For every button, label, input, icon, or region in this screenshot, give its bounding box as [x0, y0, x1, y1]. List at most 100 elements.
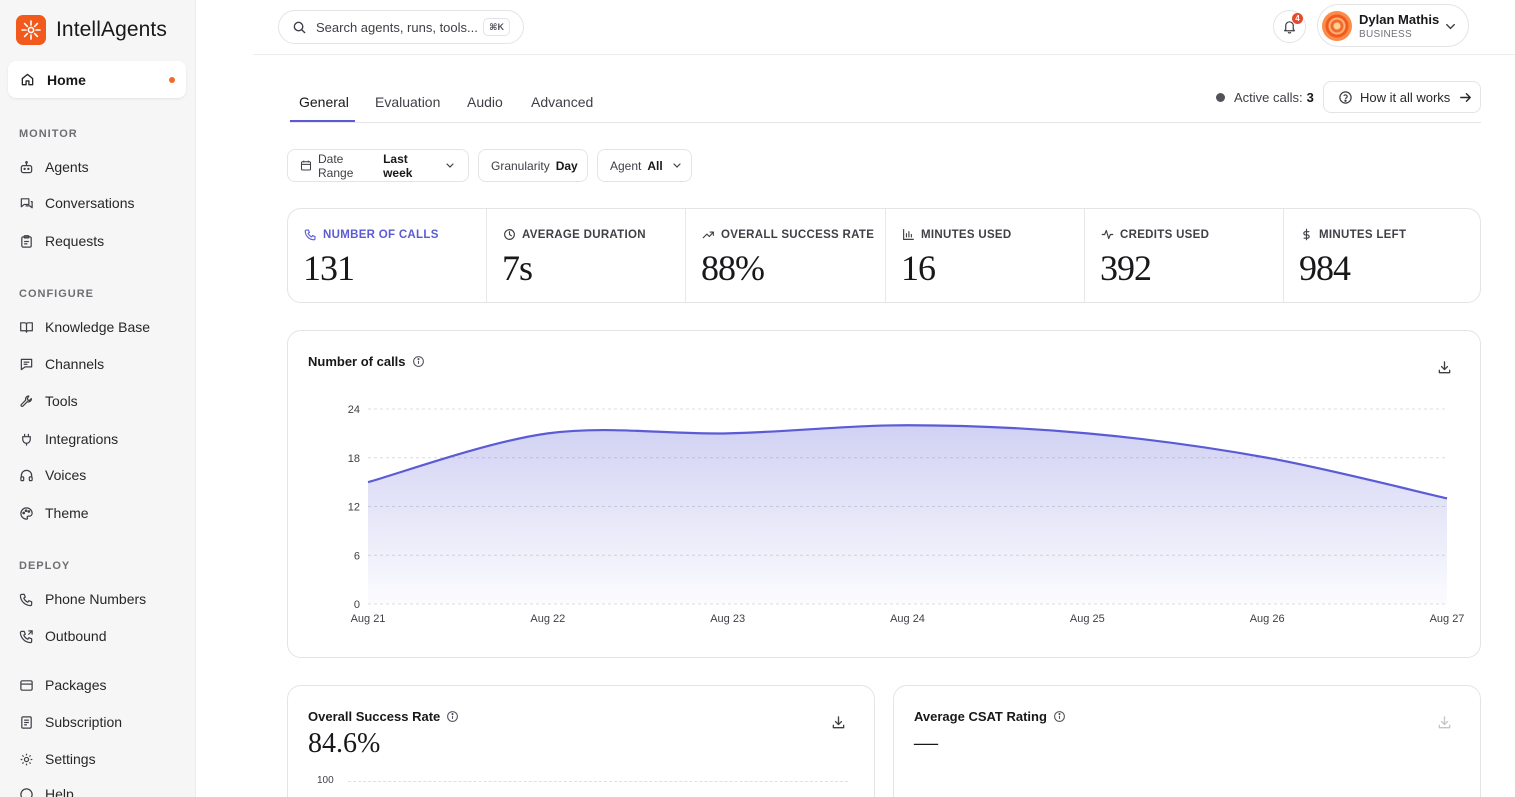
stat-label: MINUTES LEFT	[1319, 228, 1407, 241]
sidebar-item-label: Theme	[45, 505, 89, 521]
sidebar-item-label: Outbound	[45, 628, 107, 644]
sidebar-item-label: Home	[47, 71, 86, 88]
stat-label: NUMBER OF CALLS	[323, 228, 439, 241]
sidebar-item-agents[interactable]: Agents	[19, 157, 89, 177]
grid-line	[348, 781, 848, 782]
info-icon[interactable]	[1053, 710, 1066, 723]
sidebar-item-label: Requests	[45, 233, 105, 249]
headphones-icon	[19, 468, 34, 483]
notifications-button[interactable]: 4	[1273, 10, 1306, 43]
help-icon	[19, 787, 34, 797]
user-plan: BUSINESS	[1359, 29, 1412, 40]
stat-card-minutes-used[interactable]: MINUTES USED 16	[886, 209, 1085, 302]
stat-card-average-duration[interactable]: AVERAGE DURATION 7s	[487, 209, 686, 302]
sidebar-item-theme[interactable]: Theme	[19, 503, 89, 523]
bar-chart-icon	[902, 228, 915, 241]
sidebar-item-subscription[interactable]: Subscription	[19, 712, 122, 732]
sidebar-item-settings[interactable]: Settings	[19, 749, 96, 769]
sidebar-item-home[interactable]: Home	[8, 61, 186, 98]
sidebar-item-phone-numbers[interactable]: Phone Numbers	[19, 589, 146, 609]
data-point	[906, 424, 908, 426]
stat-card-minutes-left[interactable]: MINUTES LEFT 984	[1284, 209, 1480, 302]
filter-label: Date Range	[318, 151, 354, 180]
stat-label: OVERALL SUCCESS RATE	[721, 228, 875, 241]
stats-row: NUMBER OF CALLS 131 AVERAGE DURATION 7s …	[287, 208, 1481, 303]
granularity-filter[interactable]: Granularity Day	[478, 149, 588, 182]
data-point	[1266, 457, 1268, 459]
sidebar-item-knowledge-base[interactable]: Knowledge Base	[19, 317, 150, 337]
wrench-icon	[19, 394, 34, 409]
sidebar-item-requests[interactable]: Requests	[19, 231, 104, 251]
stat-card-overall-success-rate[interactable]: OVERALL SUCCESS RATE 88%	[686, 209, 886, 302]
stat-value: 392	[1100, 248, 1152, 288]
sidebar-item-label: Tools	[45, 393, 78, 409]
chevron-down-icon	[671, 160, 683, 172]
chat-icon	[19, 196, 34, 211]
x-tick-label: Aug 26	[1250, 613, 1285, 625]
x-tick-label: Aug 27	[1430, 613, 1465, 625]
axis-tick-label: 100	[317, 775, 334, 786]
download-icon[interactable]	[831, 715, 846, 730]
user-menu[interactable]: Dylan Mathis BUSINESS	[1317, 4, 1469, 47]
sidebar-item-label: Subscription	[45, 714, 123, 730]
x-tick-label: Aug 22	[530, 613, 565, 625]
download-icon-disabled	[1437, 715, 1452, 730]
status-dot	[1216, 93, 1225, 102]
dollar-icon	[1300, 228, 1313, 241]
receipt-icon	[19, 715, 34, 730]
stat-card-credits-used[interactable]: CREDITS USED 392	[1085, 209, 1284, 302]
active-calls-label: Active calls:	[1234, 90, 1303, 105]
filter-value: Day	[555, 158, 578, 173]
search-placeholder: Search agents, runs, tools...	[316, 19, 478, 35]
success-rate-card: Overall Success Rate 84.6% 100	[287, 685, 875, 797]
sidebar-item-channels[interactable]: Channels	[19, 354, 104, 374]
sidebar-item-tools[interactable]: Tools	[19, 391, 78, 411]
sidebar-item-help[interactable]: Help	[19, 784, 74, 797]
active-calls-status: Active calls: 3	[1216, 90, 1314, 105]
card-title: Average CSAT Rating	[914, 709, 1047, 724]
chevron-down-icon	[1443, 19, 1458, 34]
data-point	[1446, 497, 1448, 499]
sidebar: IntellAgents Home MONITOR Agents Convers…	[0, 0, 196, 797]
y-tick-label: 24	[348, 404, 360, 416]
tab-evaluation[interactable]: Evaluation	[375, 94, 440, 110]
sidebar-item-voices[interactable]: Voices	[19, 465, 86, 485]
how-it-works-button[interactable]: How it all works	[1323, 81, 1481, 113]
stat-value: 88%	[701, 248, 765, 288]
shortcut-hint: ⌘K	[483, 18, 510, 36]
palette-icon	[19, 506, 34, 521]
tab-advanced[interactable]: Advanced	[531, 94, 593, 110]
agent-filter[interactable]: Agent All	[597, 149, 692, 182]
sidebar-item-conversations[interactable]: Conversations	[19, 193, 135, 213]
arrow-right-icon	[1458, 90, 1473, 105]
app-name: IntellAgents	[56, 18, 167, 41]
tab-audio[interactable]: Audio	[467, 94, 503, 110]
how-it-works-label: How it all works	[1360, 89, 1451, 105]
data-point	[726, 432, 728, 434]
sidebar-item-label: Conversations	[45, 195, 135, 211]
stat-value: 16	[901, 248, 936, 288]
sidebar-item-integrations[interactable]: Integrations	[19, 429, 118, 449]
stat-value: 7s	[502, 248, 533, 288]
home-icon	[20, 72, 35, 87]
section-title-deploy: DEPLOY	[19, 560, 71, 572]
search-input[interactable]: Search agents, runs, tools... ⌘K	[278, 10, 524, 44]
active-tab-indicator	[290, 120, 355, 122]
filter-label: Granularity	[491, 158, 550, 173]
date-range-filter[interactable]: Date Range Last week	[287, 149, 469, 182]
sidebar-item-outbound[interactable]: Outbound	[19, 626, 107, 646]
avatar	[1322, 11, 1352, 41]
package-icon	[19, 678, 34, 693]
trending-up-icon	[702, 228, 715, 241]
app-logo[interactable]: IntellAgents	[16, 15, 167, 45]
search-icon	[292, 20, 307, 35]
success-rate-value: 84.6%	[308, 728, 381, 759]
section-title-configure: CONFIGURE	[19, 288, 94, 300]
stat-label: AVERAGE DURATION	[522, 228, 646, 241]
stat-card-number-of-calls[interactable]: NUMBER OF CALLS 131	[288, 209, 487, 302]
calendar-icon	[300, 160, 312, 172]
chevron-down-icon	[444, 160, 456, 172]
sidebar-item-packages[interactable]: Packages	[19, 675, 106, 695]
tab-general[interactable]: General	[299, 94, 349, 110]
info-icon[interactable]	[446, 710, 459, 723]
